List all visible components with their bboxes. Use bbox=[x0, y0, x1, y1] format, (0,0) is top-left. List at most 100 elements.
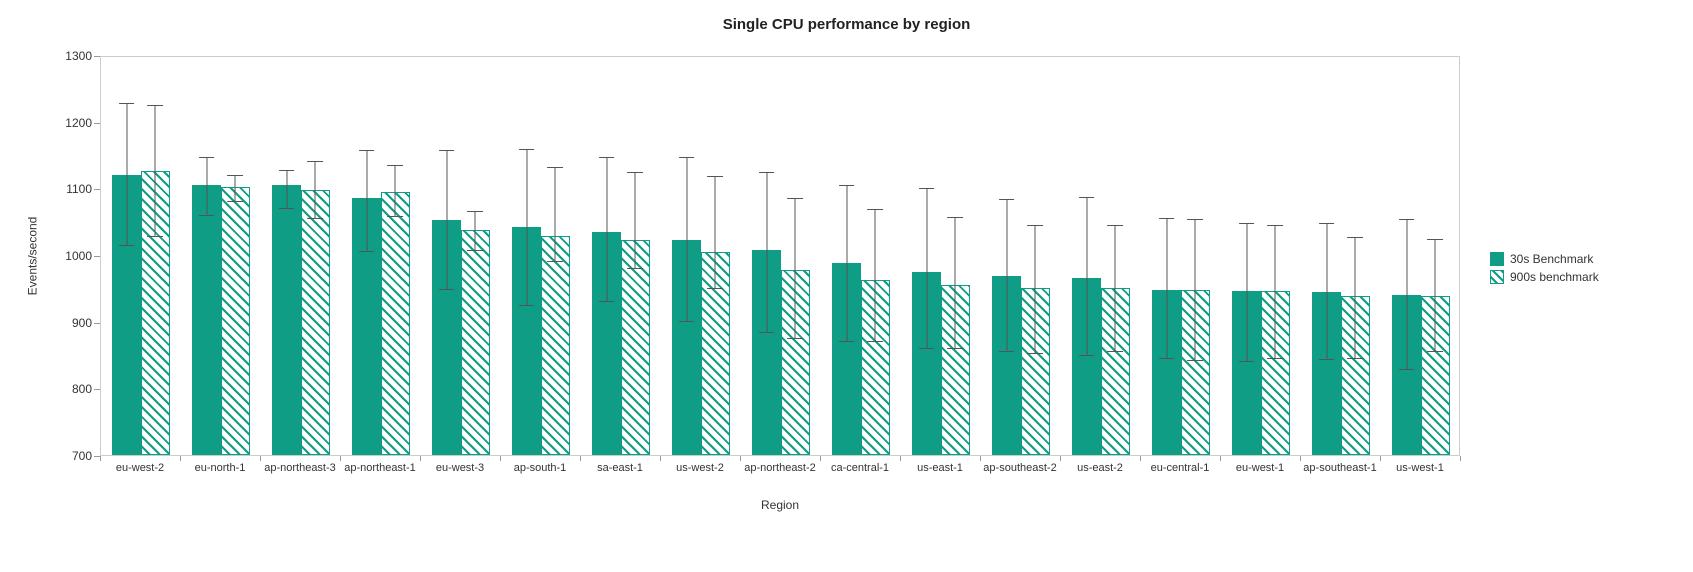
error-bar bbox=[686, 157, 687, 322]
bar-900s bbox=[541, 236, 570, 455]
error-bar bbox=[1115, 225, 1116, 352]
error-cap bbox=[839, 341, 855, 342]
bar-900s bbox=[381, 192, 410, 455]
error-cap bbox=[707, 176, 723, 177]
x-tick-label: us-west-2 bbox=[676, 462, 724, 474]
error-bar bbox=[1406, 219, 1407, 370]
error-cap bbox=[999, 199, 1015, 200]
x-tick-mark bbox=[1140, 456, 1141, 461]
x-tick-label: eu-north-1 bbox=[195, 462, 246, 474]
x-tick-label: ca-central-1 bbox=[831, 462, 889, 474]
legend-item-900s: 900s benchmark bbox=[1490, 270, 1599, 284]
legend-swatch-solid bbox=[1490, 252, 1504, 266]
x-tick-mark bbox=[340, 456, 341, 461]
error-cap bbox=[839, 185, 855, 186]
error-cap bbox=[227, 175, 243, 176]
error-cap bbox=[147, 236, 163, 237]
error-cap bbox=[1187, 219, 1203, 220]
error-cap bbox=[1427, 351, 1443, 352]
error-cap bbox=[759, 332, 775, 333]
y-tick-mark bbox=[94, 323, 100, 324]
error-cap bbox=[947, 217, 963, 218]
error-cap bbox=[1107, 225, 1123, 226]
x-tick-mark bbox=[1060, 456, 1061, 461]
error-cap bbox=[119, 245, 135, 246]
error-cap bbox=[359, 150, 375, 151]
legend-swatch-hatched bbox=[1490, 270, 1504, 284]
error-cap bbox=[1427, 239, 1443, 240]
legend-item-30s: 30s Benchmark bbox=[1490, 252, 1599, 266]
x-tick-mark bbox=[580, 456, 581, 461]
error-bar bbox=[235, 175, 236, 201]
x-tick-mark bbox=[900, 456, 901, 461]
bar-900s bbox=[461, 230, 490, 455]
x-tick-label: us-east-1 bbox=[917, 462, 963, 474]
error-bar bbox=[126, 103, 127, 245]
error-cap bbox=[1159, 218, 1175, 219]
error-bar bbox=[955, 217, 956, 348]
error-cap bbox=[199, 215, 215, 216]
x-tick-label: ap-south-1 bbox=[514, 462, 567, 474]
error-cap bbox=[547, 167, 563, 168]
error-bar bbox=[635, 172, 636, 268]
error-cap bbox=[439, 150, 455, 151]
x-tick-label: ap-northeast-3 bbox=[264, 462, 336, 474]
legend: 30s Benchmark 900s benchmark bbox=[1490, 248, 1599, 288]
error-cap bbox=[1347, 237, 1363, 238]
error-bar bbox=[206, 157, 207, 215]
bar-900s bbox=[221, 187, 250, 455]
x-tick-mark bbox=[820, 456, 821, 461]
error-cap bbox=[1319, 359, 1335, 360]
error-cap bbox=[1239, 223, 1255, 224]
legend-label: 30s Benchmark bbox=[1510, 252, 1593, 266]
error-cap bbox=[387, 165, 403, 166]
x-tick-label: ap-southeast-2 bbox=[983, 462, 1056, 474]
error-cap bbox=[1159, 358, 1175, 359]
error-cap bbox=[307, 161, 323, 162]
error-cap bbox=[279, 208, 295, 209]
y-tick-label: 1200 bbox=[65, 116, 92, 130]
x-axis-title: Region bbox=[100, 498, 1460, 512]
y-tick-label: 800 bbox=[72, 382, 92, 396]
y-tick-label: 900 bbox=[72, 316, 92, 330]
error-cap bbox=[1319, 223, 1335, 224]
x-tick-label: ap-northeast-2 bbox=[744, 462, 816, 474]
bar-30s bbox=[272, 185, 301, 455]
chart-container: Single CPU performance by region Events/… bbox=[0, 0, 1693, 572]
x-tick-mark bbox=[1220, 456, 1221, 461]
error-bar bbox=[1035, 225, 1036, 353]
error-cap bbox=[387, 216, 403, 217]
x-tick-label: ap-northeast-1 bbox=[344, 462, 416, 474]
error-cap bbox=[787, 198, 803, 199]
error-cap bbox=[467, 211, 483, 212]
y-tick-label: 1000 bbox=[65, 249, 92, 263]
bar-900s bbox=[621, 240, 650, 455]
x-tick-mark bbox=[260, 456, 261, 461]
plot-area bbox=[100, 56, 1460, 456]
y-tick-label: 1300 bbox=[65, 49, 92, 63]
error-bar bbox=[155, 105, 156, 236]
chart-title: Single CPU performance by region bbox=[0, 16, 1693, 33]
error-bar bbox=[446, 150, 447, 289]
error-bar bbox=[366, 150, 367, 251]
error-bar bbox=[1166, 218, 1167, 358]
error-bar bbox=[715, 176, 716, 288]
error-cap bbox=[439, 289, 455, 290]
error-bar bbox=[475, 212, 476, 251]
error-bar bbox=[1246, 223, 1247, 361]
x-tick-label: sa-east-1 bbox=[597, 462, 643, 474]
x-tick-label: us-east-2 bbox=[1077, 462, 1123, 474]
x-tick-mark bbox=[500, 456, 501, 461]
y-tick-mark bbox=[94, 123, 100, 124]
error-bar bbox=[315, 161, 316, 218]
error-bar bbox=[1275, 226, 1276, 359]
error-cap bbox=[599, 157, 615, 158]
error-cap bbox=[759, 172, 775, 173]
error-cap bbox=[1399, 219, 1415, 220]
error-cap bbox=[599, 301, 615, 302]
error-cap bbox=[279, 170, 295, 171]
error-cap bbox=[467, 250, 483, 251]
error-bar bbox=[795, 198, 796, 338]
error-bar bbox=[1006, 200, 1007, 352]
error-bar bbox=[926, 188, 927, 348]
